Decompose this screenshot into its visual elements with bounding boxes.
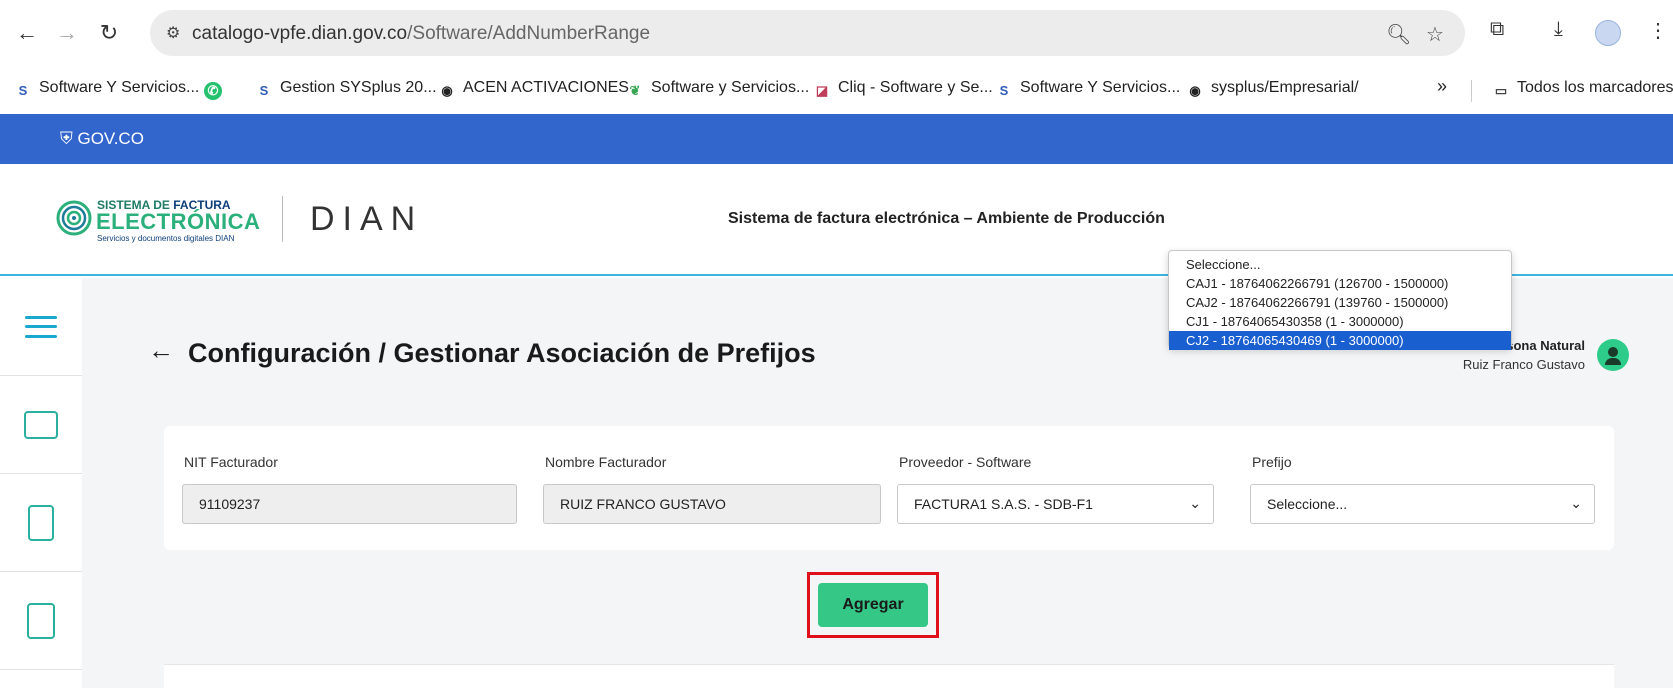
prefijo-value: Seleccione... [1267,496,1348,512]
results-card [164,664,1614,688]
menu-icon[interactable]: ⋮ [1648,18,1668,43]
clipboard-icon [27,602,55,639]
site-settings-icon[interactable]: ⚙ [166,23,186,43]
sidebar-item-dashboard[interactable] [0,376,82,474]
bookmark-item[interactable]: S Software Y Servicios... [995,79,1181,100]
prefijo-label: Prefijo [1252,454,1292,470]
dropdown-option-selected[interactable]: CJ2 - 18764065430469 (1 - 3000000) [1169,331,1511,350]
dropdown-option[interactable]: CJ1 - 18764065430358 (1 - 3000000) [1169,312,1511,331]
page-title: Configuración / Gestionar Asociación de … [188,338,816,368]
leaf-icon: ❦ [629,83,641,98]
sysplus-icon: S [259,83,269,98]
proveedor-select[interactable]: FACTURA1 S.A.S. - SDB-F1 ⌄ [897,484,1214,524]
logo-line-3: Servicios y documentos digitales DIAN [97,234,235,243]
form-card: NIT Facturador 91109237 Nombre Facturado… [164,426,1614,550]
user-name: Ruiz Franco Gustavo [1462,357,1585,372]
proveedor-value: FACTURA1 S.A.S. - SDB-F1 [914,496,1093,512]
dropdown-option[interactable]: CAJ1 - 18764062266791 (126700 - 1500000) [1169,274,1511,293]
dian-logo[interactable]: DIAN [310,200,423,239]
gov-logo[interactable]: ⛨ GOV.CO [60,129,144,149]
all-bookmarks-folder[interactable]: ▭ Todos los marcadores [1492,79,1673,100]
profile-avatar[interactable] [1595,20,1621,46]
sidebar-item-documents[interactable] [0,474,82,572]
shield-icon: ⛨ [60,129,73,148]
bookmark-item[interactable]: S Software Y Servicios... [14,79,200,100]
logo-divider [282,196,283,242]
dropdown-option[interactable]: CAJ2 - 18764062266791 (139760 - 1500000) [1169,293,1511,312]
browser-toolbar: ← → ↻ ⚙ catalogo-vpfe.dian.gov.co/Softwa… [0,0,1673,66]
download-icon[interactable]: ⤓ [1554,18,1563,41]
sysplus-icon: S [999,83,1009,98]
cliq-icon: ◪ [815,83,829,98]
extensions-icon[interactable]: ⧉ [1490,18,1504,41]
bookmark-item[interactable]: ◪ Cliq - Software y Se... [813,79,993,100]
whatsapp-icon: ✆ [204,82,222,100]
sidebar-menu-toggle[interactable] [0,278,82,376]
nombre-field[interactable]: RUIZ FRANCO GUSTAVO [543,484,881,524]
logo-line-2: ELECTRÓNICA [96,209,261,234]
nombre-label: Nombre Facturador [545,454,667,470]
fingerprint-logo-icon[interactable] [56,198,92,238]
bookmarks-divider [1471,80,1472,102]
proveedor-label: Proveedor - Software [899,454,1032,470]
url-text[interactable]: catalogo-vpfe.dian.gov.co/Software/AddNu… [192,23,650,45]
bookmark-item[interactable]: S Gestion SYSplus 20... [255,79,437,100]
bookmark-item[interactable]: ❦ Software y Servicios... [626,79,810,100]
chevron-down-icon: ⌄ [1570,495,1582,511]
document-icon [28,504,54,541]
agregar-button[interactable]: Agregar [818,583,928,627]
highlight-box: Agregar [807,572,939,638]
folder-icon: ▭ [1494,83,1508,98]
bookmarks-bar: S Software Y Servicios... ✆ S Gestion SYSp… [0,66,1673,114]
zoom-icon[interactable]: 🔍︎ [1386,22,1411,47]
globe-icon: ◉ [441,83,453,98]
gov-bar: ⛨ GOV.CO [0,114,1673,164]
user-avatar-icon[interactable] [1597,339,1629,371]
bookmark-item[interactable]: ✆ [204,79,229,100]
more-bookmarks-button[interactable]: » [1437,76,1447,97]
back-icon[interactable]: ← [12,18,42,48]
nit-field[interactable]: 91109237 [182,484,517,524]
sysplus-icon: S [18,83,28,98]
dashboard-icon [24,410,58,439]
forward-icon[interactable]: → [52,18,82,48]
globe-icon: ◉ [1189,83,1201,98]
chevron-down-icon: ⌄ [1189,495,1201,511]
sidebar-item-reports[interactable] [0,572,82,670]
hamburger-icon [25,315,57,338]
dropdown-option[interactable]: Seleccione... [1169,255,1511,274]
nit-label: NIT Facturador [184,454,278,470]
prefijo-select[interactable]: Seleccione... ⌄ [1250,484,1595,524]
bookmark-item[interactable]: ◉ sysplus/Empresarial/ [1186,79,1358,100]
address-bar[interactable]: ⚙ catalogo-vpfe.dian.gov.co/Software/Add… [150,10,1465,56]
bookmark-item[interactable]: ◉ ACEN ACTIVACIONES [438,79,629,100]
prefijo-dropdown-list: Seleccione... CAJ1 - 18764062266791 (126… [1168,250,1512,350]
header-title: Sistema de factura electrónica – Ambient… [728,210,1165,227]
star-icon[interactable]: ☆ [1426,22,1444,47]
back-arrow-icon[interactable]: ← [148,335,174,366]
reload-icon[interactable]: ↻ [94,18,124,48]
sidebar [0,278,82,688]
